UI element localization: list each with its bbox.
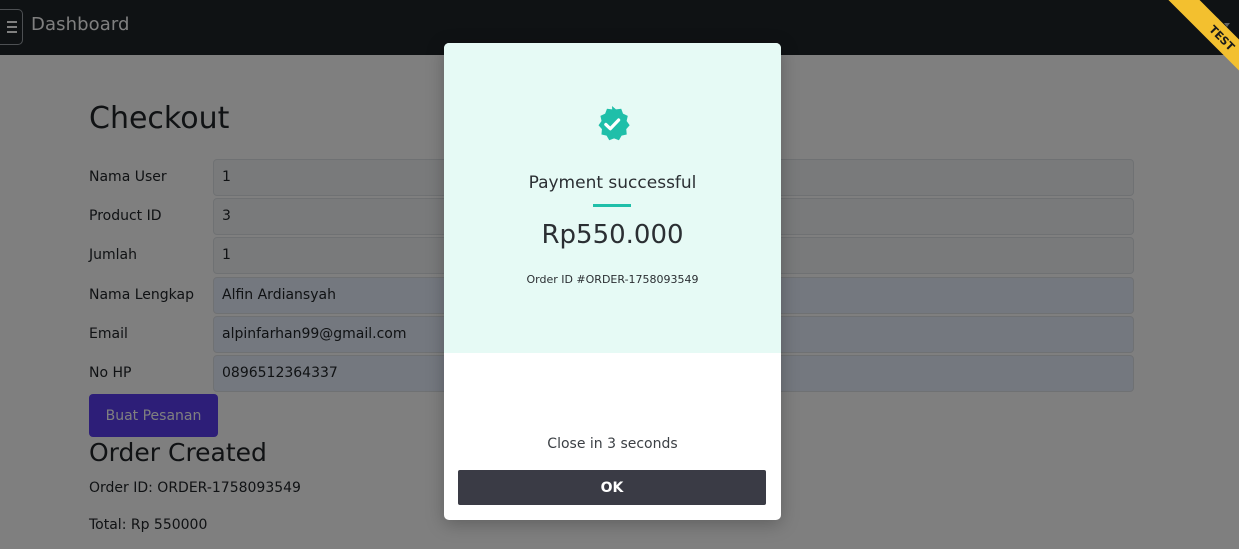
modal-title: Payment successful xyxy=(528,173,697,193)
ok-button[interactable]: OK xyxy=(458,470,766,505)
check-badge-icon xyxy=(598,105,630,141)
test-ribbon: TEST xyxy=(1139,0,1239,100)
test-ribbon-band: TEST xyxy=(1161,0,1239,99)
payment-amount: Rp550.000 xyxy=(541,220,684,250)
payment-success-modal: Payment successful Rp550.000 Order ID #O… xyxy=(444,43,781,520)
modal-header-panel: Payment successful Rp550.000 Order ID #O… xyxy=(444,43,781,353)
title-underline xyxy=(593,204,631,207)
close-countdown-text: Close in 3 seconds xyxy=(547,436,678,452)
test-ribbon-label: TEST xyxy=(1206,22,1238,54)
modal-order-id: Order ID #ORDER-1758093549 xyxy=(526,273,699,286)
page: Dashboard Checkout Nama User 1 Product I… xyxy=(0,0,1239,549)
